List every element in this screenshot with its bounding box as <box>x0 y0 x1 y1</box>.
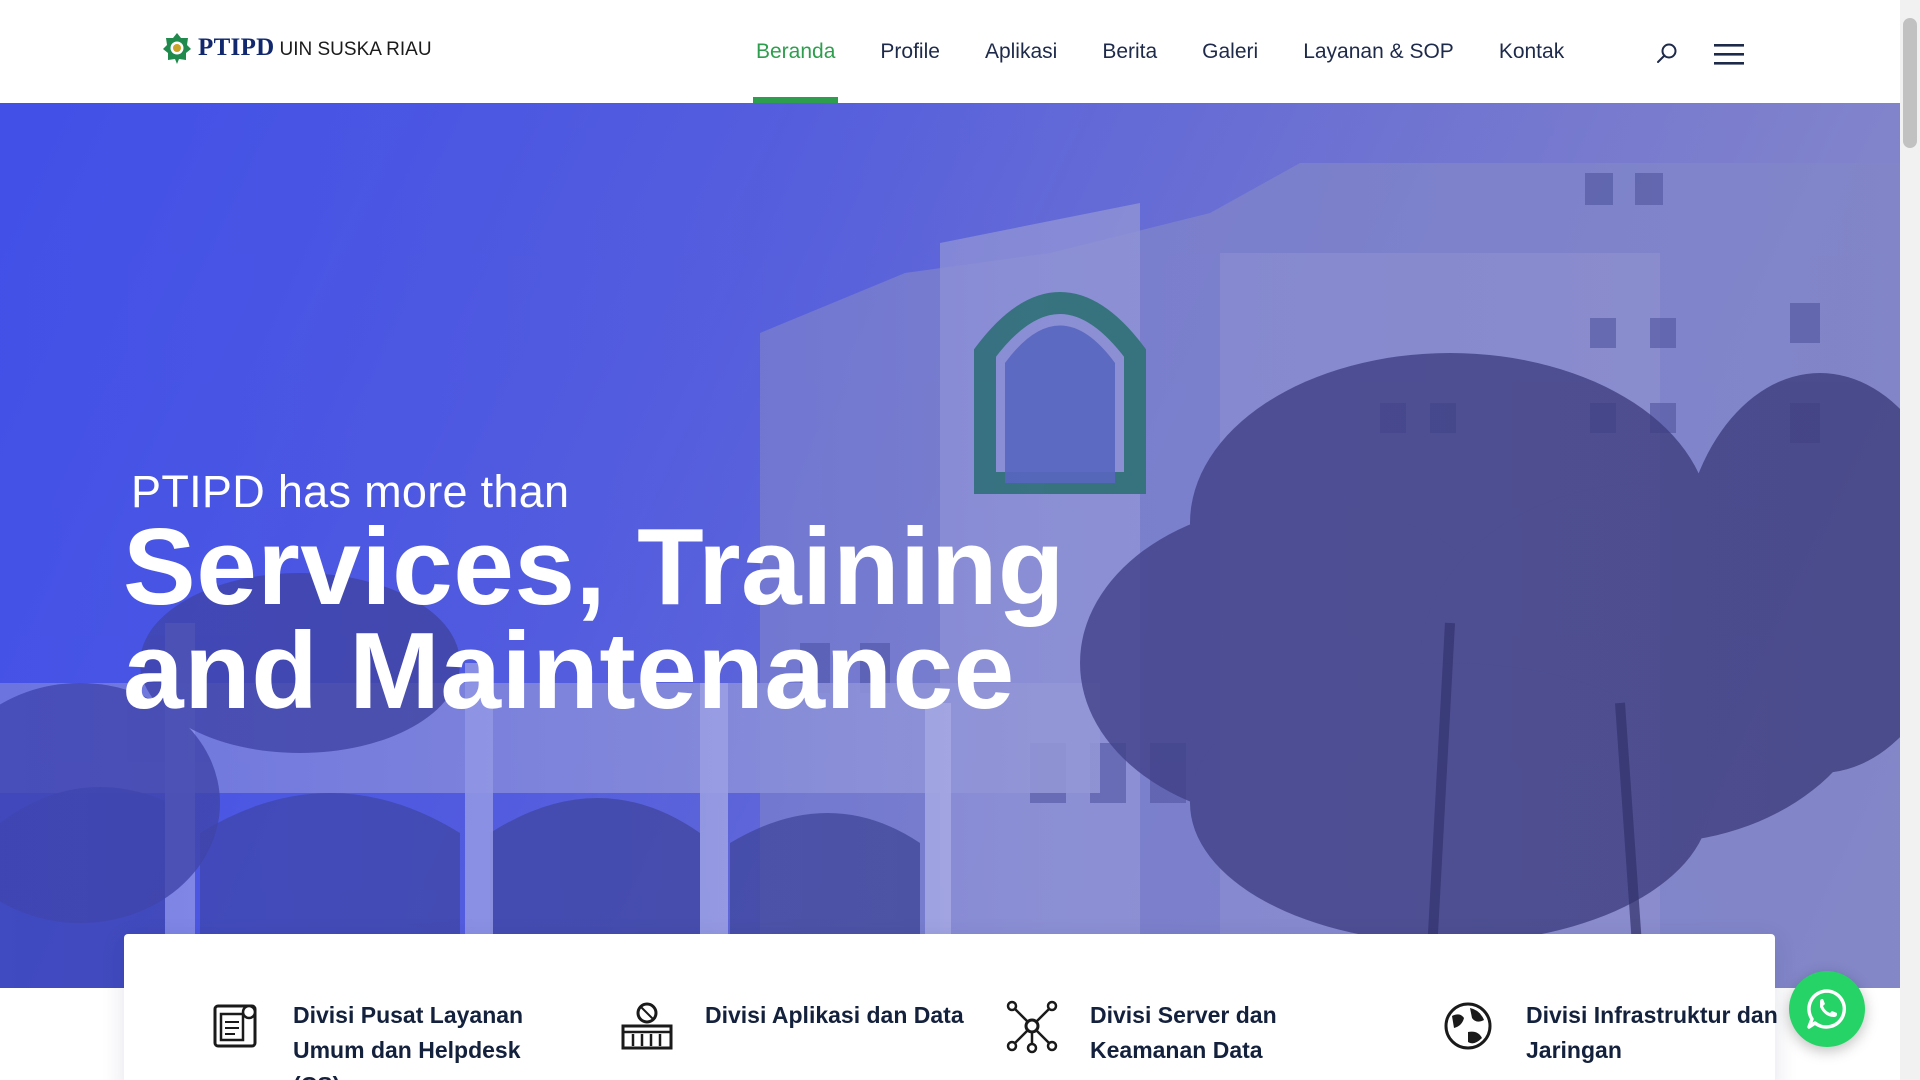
nav-item-aplikasi[interactable]: Aplikasi <box>985 0 1057 103</box>
nav-item-profile[interactable]: Profile <box>880 0 940 103</box>
nav-item-kontak[interactable]: Kontak <box>1499 0 1564 103</box>
search-icon[interactable] <box>1656 42 1678 64</box>
whatsapp-icon <box>1807 989 1847 1029</box>
site-logo[interactable]: PTIPD UIN SUSKA RIAU <box>162 30 432 66</box>
data-server-icon <box>621 1002 673 1050</box>
hamburger-menu-icon[interactable] <box>1714 43 1744 65</box>
helpdesk-document-icon <box>213 1004 257 1048</box>
nav-item-layanan-sop[interactable]: Layanan & SOP <box>1303 0 1454 103</box>
division-infrastruktur-label: Divisi Infrastruktur dan Jaringan <box>1526 1002 1778 1063</box>
site-header: PTIPD UIN SUSKA RIAU Beranda Profile Apl… <box>0 0 1900 103</box>
hero-title: Services, Training and Maintenance <box>123 513 1123 726</box>
division-helpdesk[interactable]: Divisi Pusat Layanan Umum dan Helpdesk (… <box>207 998 553 1080</box>
division-aplikasi-data[interactable]: Divisi Aplikasi dan Data <box>619 998 965 1054</box>
division-aplikasi-label: Divisi Aplikasi dan Data <box>705 1002 964 1028</box>
division-infrastruktur-jaringan[interactable]: Divisi Infrastruktur dan Jaringan <box>1440 998 1786 1068</box>
hero-title-line-2: and Maintenance <box>123 610 1015 732</box>
whatsapp-chat-button[interactable] <box>1789 971 1865 1047</box>
nav-item-berita[interactable]: Berita <box>1102 0 1157 103</box>
division-server-keamanan[interactable]: Divisi Server dan Keamanan Data <box>1004 998 1350 1068</box>
hero-banner: PTIPD has more than Services, Training a… <box>0 103 1900 988</box>
logo-emblem-icon <box>163 33 191 64</box>
division-helpdesk-label: Divisi Pusat Layanan Umum dan Helpdesk (… <box>293 1002 524 1080</box>
nav-item-beranda[interactable]: Beranda <box>752 0 839 103</box>
scrollbar-thumb[interactable] <box>1903 18 1917 148</box>
globe-icon <box>1444 1002 1492 1050</box>
logo-subtitle-text: UIN SUSKA RIAU <box>279 38 432 60</box>
logo-brand-text: PTIPD <box>198 34 275 61</box>
divisions-card: Divisi Pusat Layanan Umum dan Helpdesk (… <box>124 934 1778 1080</box>
page-scrollbar[interactable] <box>1900 0 1920 1080</box>
network-nodes-icon <box>1006 1000 1058 1054</box>
nav-item-galeri[interactable]: Galeri <box>1202 0 1258 103</box>
main-nav: Beranda Profile Aplikasi Berita Galeri L… <box>752 0 1609 103</box>
division-server-label: Divisi Server dan Keamanan Data <box>1090 1002 1277 1063</box>
